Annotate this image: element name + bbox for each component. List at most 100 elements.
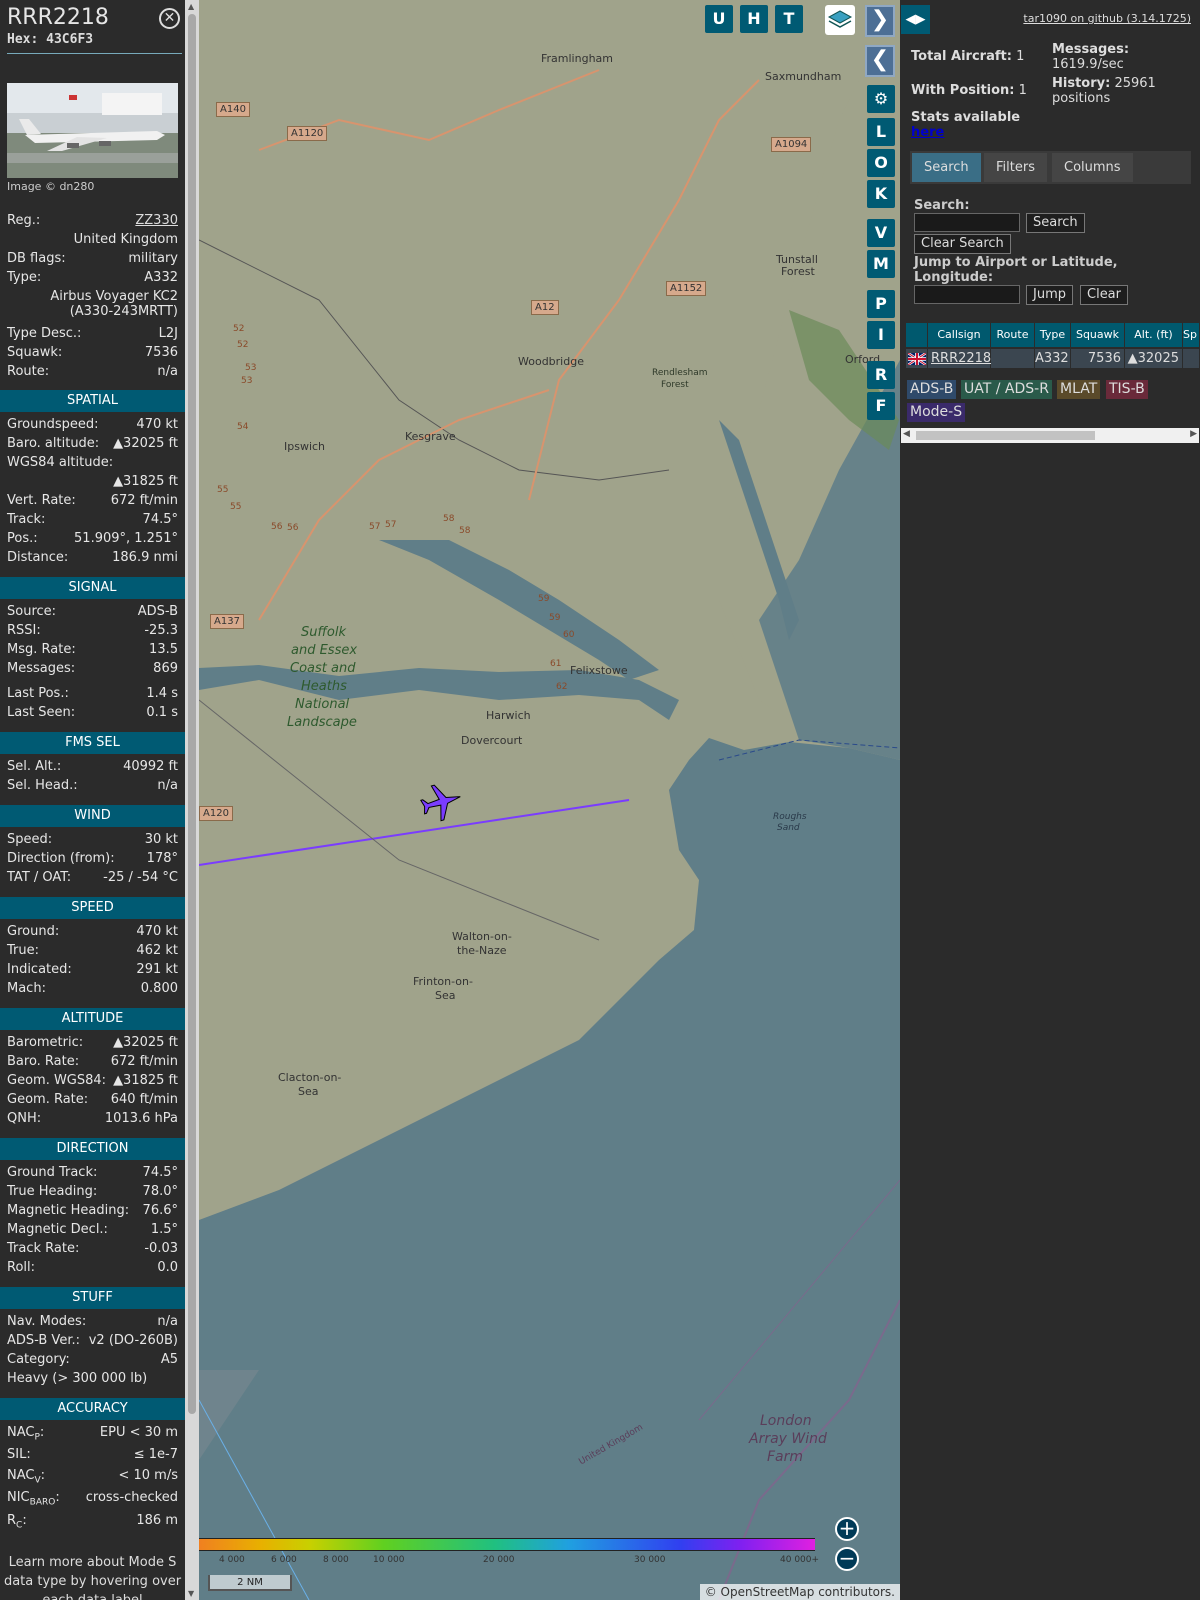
aircraft-info-panel: RRR2218 Hex: 43C6F3 ✕ Image © dn280 Reg.… <box>0 0 185 1600</box>
tab-columns[interactable]: Columns <box>1052 153 1133 182</box>
route-label: Route: <box>7 364 50 379</box>
source-label: Source: <box>7 604 57 619</box>
geom-rate-value: 640 ft/min <box>110 1092 178 1107</box>
tab-search[interactable]: Search <box>912 153 981 182</box>
scroll-left-icon[interactable]: ◀ <box>903 429 910 439</box>
junction-56a: 56 <box>271 522 283 532</box>
col-squawk[interactable]: Squawk <box>1071 323 1125 347</box>
map-view[interactable]: Framlingham Saxmundham Tunstall Forest W… <box>199 0 900 1600</box>
msg-rate-row: Msg. Rate: 13.5 <box>7 642 178 661</box>
stats-link[interactable]: here <box>911 125 944 140</box>
junction-53b: 53 <box>241 376 253 386</box>
place-london: London <box>760 1413 812 1429</box>
learn-more-line-1: Learn more about Mode S <box>8 1555 177 1570</box>
zoom-in-button[interactable]: + <box>835 1517 859 1541</box>
row-squawk: 7536 <box>1071 349 1125 368</box>
col-type[interactable]: Type <box>1035 323 1071 347</box>
jump-label: Jump to Airport or Latitude, <box>914 255 1118 270</box>
map-button-u[interactable]: U <box>705 5 733 33</box>
map-button-i[interactable]: I <box>867 321 895 349</box>
scrollbar-thumb[interactable] <box>188 14 196 1414</box>
squawk-row: Squawk: 7536 <box>7 345 178 364</box>
expand-right-button[interactable]: ❯ <box>865 5 895 37</box>
route-value: n/a <box>157 364 178 379</box>
col-altitude[interactable]: Alt. (ft) <box>1125 323 1183 347</box>
section-wind: WIND <box>0 805 185 827</box>
collapse-left-button[interactable]: ❮ <box>865 45 895 77</box>
row-route <box>991 349 1035 368</box>
map-button-o[interactable]: O <box>867 149 895 177</box>
zoom-out-button[interactable]: − <box>835 1547 859 1571</box>
wind-dir-label: Direction (from): <box>7 851 115 866</box>
version-link[interactable]: tar1090 on github (3.14.1725) <box>1023 12 1191 25</box>
scroll-right-icon[interactable]: ▶ <box>1190 429 1197 439</box>
baro-rate-value: 672 ft/min <box>110 1054 178 1069</box>
scroll-down-icon[interactable]: ▼ <box>188 1589 194 1598</box>
junction-54: 54 <box>237 422 249 432</box>
place-tunstall-forest: Forest <box>781 265 815 278</box>
layers-button[interactable] <box>825 5 855 35</box>
jump-input[interactable] <box>914 285 1020 304</box>
true-speed-label: True: <box>7 943 39 958</box>
nacv-value: < 10 m/s <box>118 1468 178 1483</box>
scroll-up-icon[interactable]: ▲ <box>188 2 194 11</box>
model2-row: (A330-243MRTT) <box>7 304 178 323</box>
section-altitude: ALTITUDE <box>0 1008 185 1030</box>
vert-rate-value: 672 ft/min <box>110 493 178 508</box>
map-button-f[interactable]: F <box>867 392 895 420</box>
nav-modes-row: Nav. Modes: n/a <box>7 1314 178 1333</box>
col-flag[interactable] <box>906 323 928 347</box>
map-button-t[interactable]: T <box>775 5 803 33</box>
osm-link[interactable]: OpenStreetMap <box>721 1585 815 1599</box>
model-variant: (A330-243MRTT) <box>69 304 178 319</box>
chevron-right-icon: ❯ <box>870 7 890 32</box>
reg-link[interactable]: ZZ330 <box>135 213 178 228</box>
scrollbar-thumb-h[interactable] <box>916 431 1095 440</box>
map-button-v[interactable]: V <box>867 219 895 247</box>
map-button-k[interactable]: K <box>867 180 895 208</box>
junction-56b: 56 <box>287 523 299 533</box>
map-button-l[interactable]: L <box>867 118 895 146</box>
sel-alt-value: 40992 ft <box>123 759 178 774</box>
close-icon[interactable]: ✕ <box>159 8 180 29</box>
section-direction: DIRECTION <box>0 1138 185 1160</box>
toggle-panel-button[interactable]: ◀▶ <box>901 5 930 34</box>
tab-filters[interactable]: Filters <box>984 153 1047 182</box>
aircraft-photo[interactable] <box>7 83 178 178</box>
type-row: Type: A332 <box>7 270 178 289</box>
selected-hex: Hex: 43C6F3 <box>7 32 94 47</box>
distance-row: Distance: 186.9 nmi <box>7 550 178 569</box>
clear-button[interactable]: Clear <box>1080 285 1128 305</box>
airplane-icon <box>420 784 461 822</box>
legend-40000: 40 000+ <box>780 1555 820 1565</box>
clear-search-button[interactable]: Clear Search <box>914 234 1011 254</box>
col-speed[interactable]: Sp <box>1183 323 1200 347</box>
legend-6000: 6 000 <box>271 1555 297 1565</box>
tat-value: -25 / -54 °C <box>103 870 178 885</box>
settings-button[interactable]: ⚙ <box>867 85 895 113</box>
jump-button[interactable]: Jump <box>1026 285 1073 305</box>
place-clacton: Clacton-on- <box>278 1071 342 1084</box>
geom-wgs-row: Geom. WGS84: ▲31825 ft <box>7 1073 178 1092</box>
col-route[interactable]: Route <box>991 323 1035 347</box>
search-input[interactable] <box>914 213 1020 232</box>
col-callsign[interactable]: Callsign <box>928 323 991 347</box>
ground-speed-row: Ground: 470 kt <box>7 924 178 943</box>
sel-head-label: Sel. Head.: <box>7 778 78 793</box>
table-horizontal-scrollbar[interactable]: ◀ ▶ <box>901 428 1199 443</box>
source-row: Source: ADS-B <box>7 604 178 623</box>
info-panel-scrollbar[interactable]: ▲ ▼ <box>185 0 199 1600</box>
map-button-m[interactable]: M <box>867 250 895 278</box>
map-button-r[interactable]: R <box>867 361 895 389</box>
legend-4000: 4 000 <box>219 1555 245 1565</box>
tat-row: TAT / OAT: -25 / -54 °C <box>7 870 178 889</box>
row-callsign[interactable]: RRR2218 <box>928 349 991 368</box>
ground-speed-value: 470 kt <box>136 924 178 939</box>
map-button-h[interactable]: H <box>740 5 768 33</box>
aircraft-marker[interactable] <box>419 780 463 824</box>
learn-more-line-2: data type by hovering over <box>3 1574 182 1589</box>
nic-baro-label: NICBARO: <box>7 1490 60 1508</box>
indicated-speed-value: 291 kt <box>136 962 178 977</box>
search-button[interactable]: Search <box>1026 213 1085 233</box>
map-button-p[interactable]: P <box>867 290 895 318</box>
